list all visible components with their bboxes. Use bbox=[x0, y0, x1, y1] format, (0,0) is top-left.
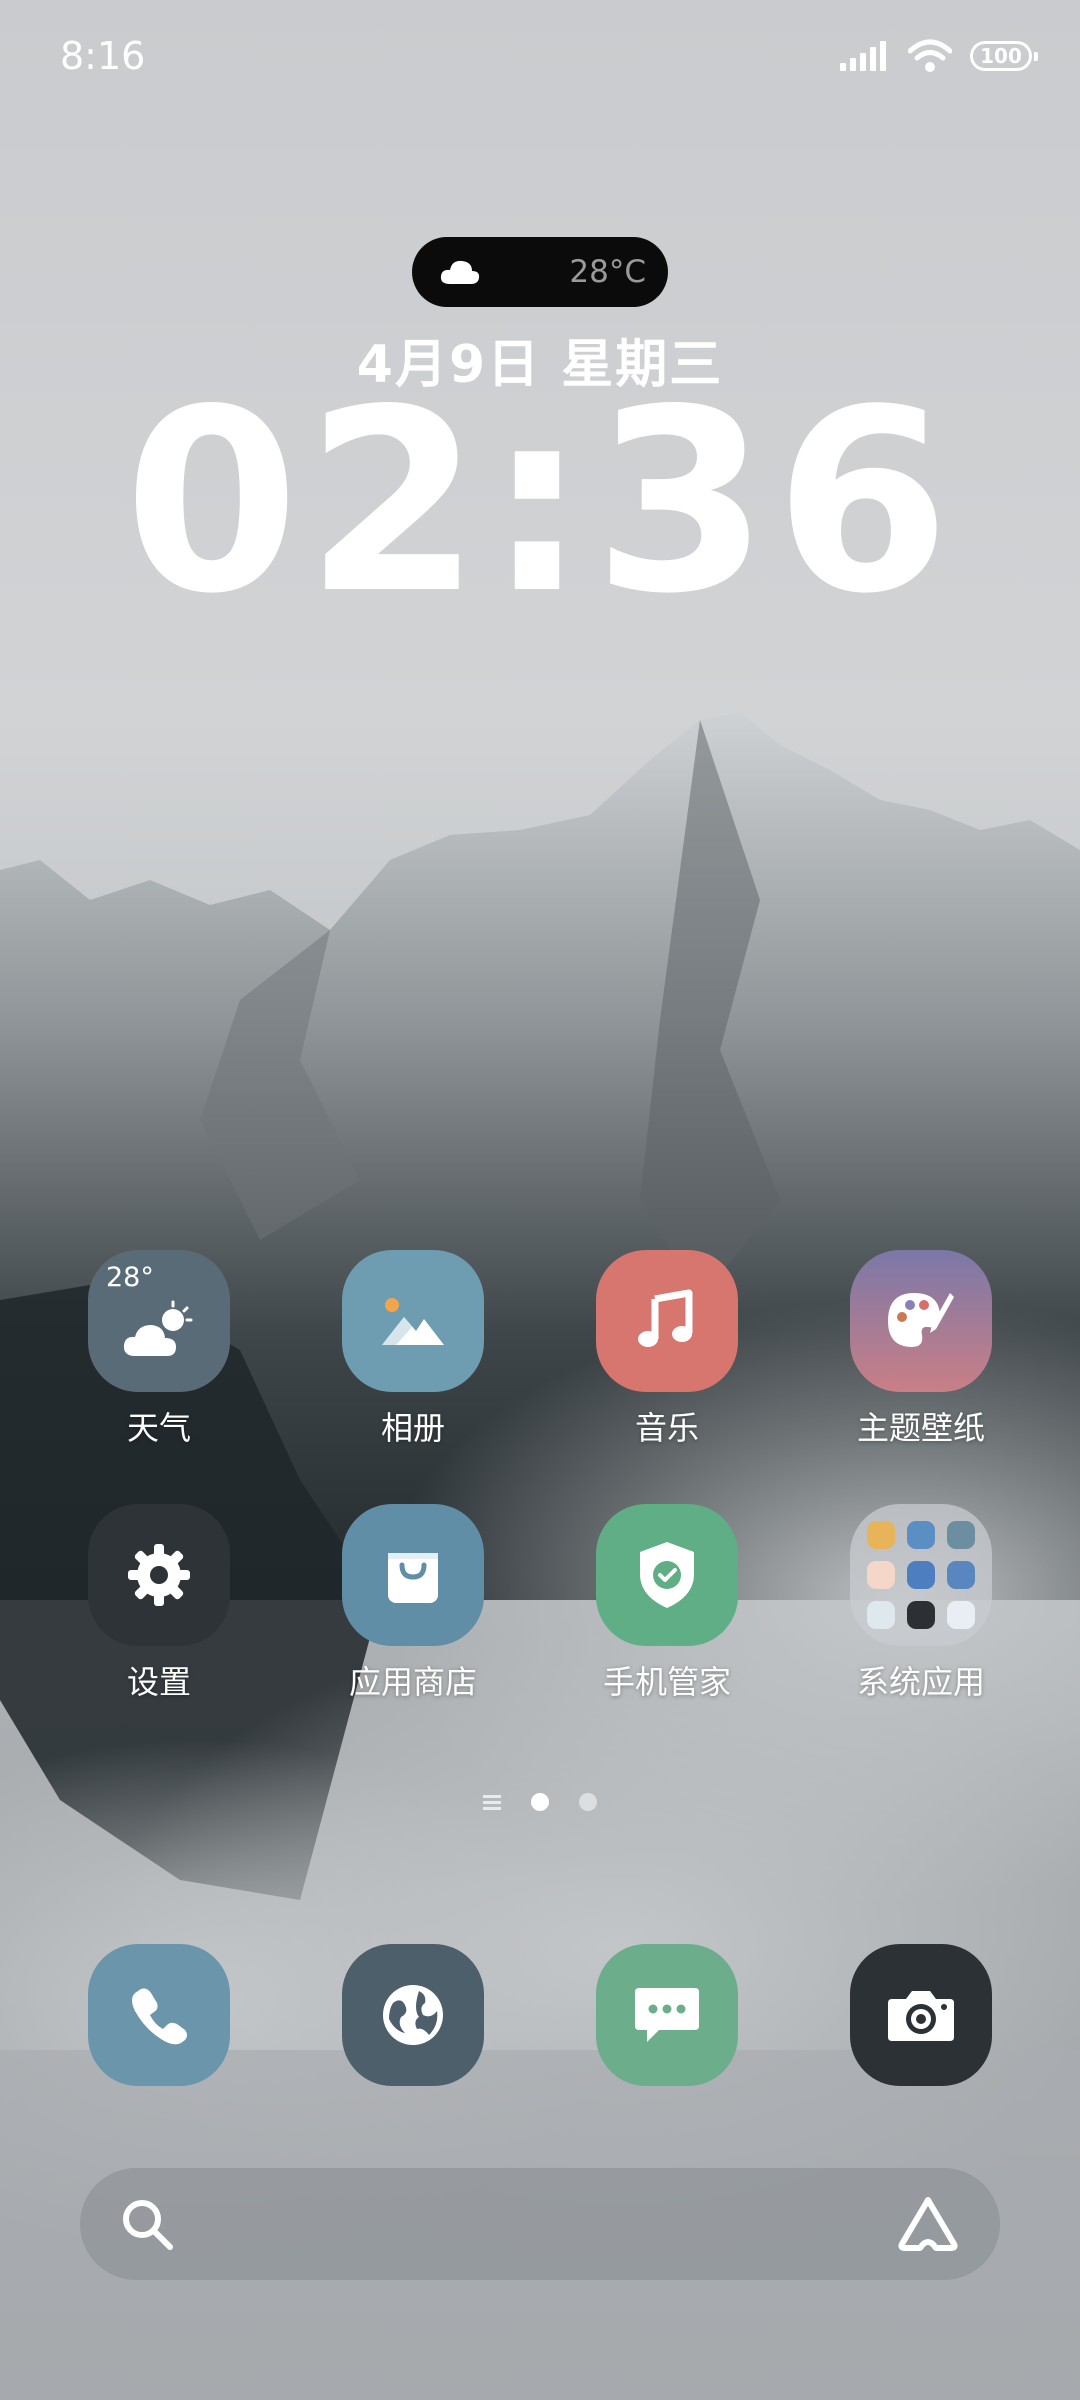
app-store[interactable]: 应用商店 bbox=[303, 1504, 523, 1702]
page-dot-active[interactable] bbox=[531, 1793, 549, 1811]
menu-lines-icon[interactable] bbox=[483, 1794, 501, 1810]
app-label: 手机管家 bbox=[602, 1663, 731, 1701]
app-gallery[interactable]: 相册 bbox=[303, 1250, 523, 1448]
folder-icon[interactable] bbox=[850, 1504, 992, 1646]
mini-app-icon bbox=[867, 1521, 895, 1549]
weather-temperature: 28°C bbox=[569, 254, 646, 290]
mini-app-icon bbox=[947, 1521, 975, 1549]
mini-app-icon bbox=[907, 1601, 935, 1629]
assistant-icon[interactable] bbox=[896, 2196, 960, 2252]
app-music[interactable]: 音乐 bbox=[557, 1250, 777, 1448]
weather-icon[interactable]: 28° bbox=[88, 1250, 230, 1392]
theme-palette-icon[interactable] bbox=[850, 1250, 992, 1392]
music-icon[interactable] bbox=[596, 1250, 738, 1392]
app-label: 应用商店 bbox=[348, 1663, 477, 1701]
app-phone-manager[interactable]: 手机管家 bbox=[557, 1504, 777, 1702]
status-icons: 100 bbox=[840, 34, 1038, 78]
app-themes[interactable]: 主题壁纸 bbox=[811, 1250, 1031, 1448]
mini-app-icon bbox=[907, 1561, 935, 1589]
wifi-icon bbox=[908, 39, 952, 72]
app-label: 系统应用 bbox=[856, 1663, 985, 1701]
app-weather[interactable]: 28° 天气 bbox=[49, 1250, 269, 1448]
status-time: 8:16 bbox=[60, 34, 146, 78]
search-icon[interactable] bbox=[120, 2197, 174, 2251]
app-settings[interactable]: 设置 bbox=[49, 1504, 269, 1702]
mini-app-icon bbox=[867, 1561, 895, 1589]
app-label: 主题壁纸 bbox=[856, 1409, 985, 1447]
weather-badge: 28° bbox=[106, 1262, 154, 1293]
page-indicator[interactable] bbox=[0, 1793, 1080, 1811]
app-label: 相册 bbox=[380, 1409, 445, 1447]
gear-icon[interactable] bbox=[88, 1504, 230, 1646]
mini-app-icon bbox=[947, 1561, 975, 1589]
mini-app-icon bbox=[867, 1601, 895, 1629]
app-label: 设置 bbox=[126, 1663, 191, 1701]
page-dot[interactable] bbox=[579, 1793, 597, 1811]
app-label: 天气 bbox=[126, 1409, 191, 1447]
weather-capsule[interactable]: 28°C bbox=[412, 237, 668, 307]
mini-app-icon bbox=[907, 1521, 935, 1549]
phone-icon[interactable] bbox=[88, 1944, 230, 2086]
gallery-icon[interactable] bbox=[342, 1250, 484, 1392]
clock-widget[interactable]: 02:36 bbox=[0, 377, 1080, 629]
shield-icon[interactable] bbox=[596, 1504, 738, 1646]
mini-app-icon bbox=[947, 1601, 975, 1629]
message-icon[interactable] bbox=[596, 1944, 738, 2086]
globe-icon[interactable] bbox=[342, 1944, 484, 2086]
app-store-icon[interactable] bbox=[342, 1504, 484, 1646]
app-label: 音乐 bbox=[634, 1409, 699, 1447]
app-folder-system[interactable]: 系统应用 bbox=[811, 1504, 1031, 1702]
search-bar[interactable] bbox=[80, 2168, 1000, 2280]
camera-icon[interactable] bbox=[850, 1944, 992, 2086]
battery-icon: 100 bbox=[970, 41, 1038, 71]
signal-icon bbox=[840, 41, 886, 71]
cloud-icon bbox=[440, 260, 480, 284]
